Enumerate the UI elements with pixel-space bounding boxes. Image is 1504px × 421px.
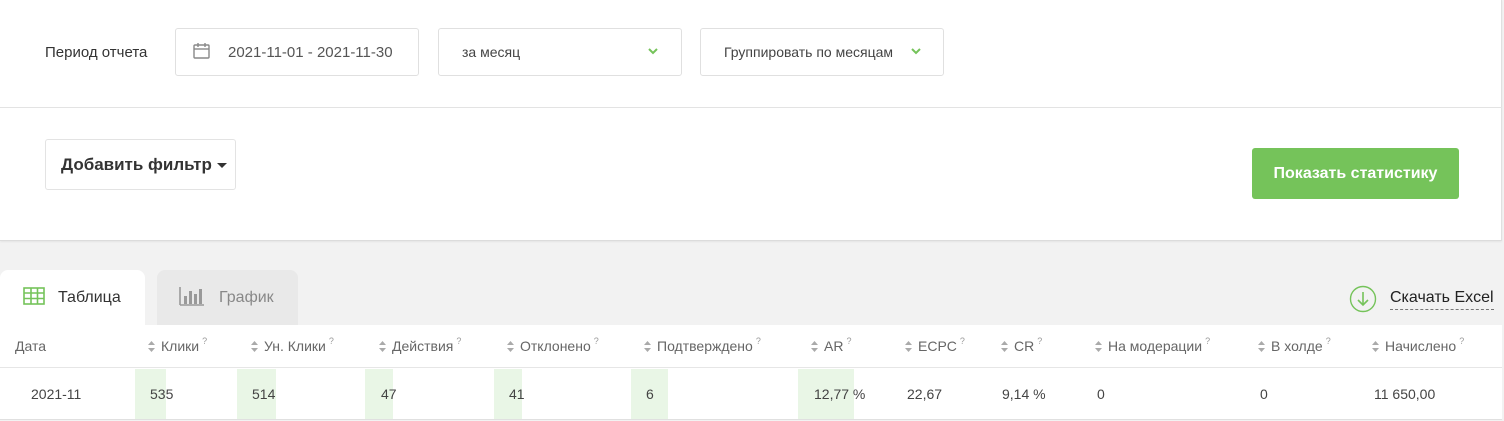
tab-chart-label: График [219,288,274,306]
download-excel-label: Скачать Excel [1390,289,1494,310]
help-icon[interactable]: ? [456,336,461,346]
column-header-clicks[interactable]: Клики? [148,336,207,354]
cell-accrued: 11 650,00 [1374,386,1436,402]
column-label: На модерации [1108,338,1203,354]
help-icon[interactable]: ? [960,336,965,346]
help-icon[interactable]: ? [756,336,761,346]
sort-icon [1372,340,1379,352]
divider [0,107,1502,108]
help-icon[interactable]: ? [846,336,851,346]
column-label: AR [824,338,844,354]
group-select-value: Группировать по месяцам [724,44,894,60]
chevron-down-icon [911,48,921,55]
column-header-ecpc[interactable]: ECPC? [905,336,965,354]
column-header-confirmed[interactable]: Подтверждено? [644,336,761,354]
cell-actions: 47 [381,386,397,402]
column-label: Клики [161,338,200,354]
help-icon[interactable]: ? [594,336,599,346]
sort-icon [148,340,155,352]
cell-confirmed: 6 [646,386,654,402]
sort-icon [507,340,514,352]
column-label: Дата [15,338,47,354]
help-icon[interactable]: ? [1037,336,1042,346]
sort-icon [1001,340,1008,352]
cell-rejected: 41 [509,386,525,402]
chevron-down-icon [648,48,658,55]
help-icon[interactable]: ? [1459,336,1464,346]
table-row: 2021-11 535 514 47 41 6 12,77 % 22,67 9,… [0,369,1502,419]
sort-icon [905,340,912,352]
cell-cr: 9,14 % [1002,386,1046,402]
date-range-input[interactable]: 2021-11-01 - 2021-11-30 [175,28,419,76]
sort-icon [251,340,258,352]
sort-icon [1095,340,1102,352]
cell-on-hold: 0 [1260,386,1268,402]
stats-table: Дата Клики? Ун. Клики? Действия? Отклоне… [0,325,1502,420]
date-range-value: 2021-11-01 - 2021-11-30 [228,43,393,61]
sort-icon [379,340,386,352]
column-header-actions[interactable]: Действия? [379,336,461,354]
period-select-value: за месяц [462,44,521,60]
sort-icon [1258,340,1265,352]
column-header-unique-clicks[interactable]: Ун. Клики? [251,336,334,354]
help-icon[interactable]: ? [202,336,207,346]
column-header-accrued[interactable]: Начислено? [1372,336,1464,354]
table-icon [23,287,45,305]
show-statistics-button[interactable]: Показать статистику [1252,148,1459,199]
download-icon [1349,285,1377,313]
column-label: CR [1014,338,1035,354]
column-header-cr[interactable]: CR? [1001,336,1042,354]
column-label: Начислено [1385,338,1457,354]
column-label: Отклонено [520,338,591,354]
sort-icon [811,340,818,352]
group-select[interactable]: Группировать по месяцам [700,28,944,76]
column-header-on-hold[interactable]: В холде? [1258,336,1331,354]
cell-ecpc: 22,67 [907,386,943,402]
column-label: Действия [392,338,454,354]
table-header: Дата Клики? Ун. Клики? Действия? Отклоне… [0,325,1502,368]
add-filter-label: Добавить фильтр [61,154,212,174]
caret-down-icon [216,163,227,168]
period-select[interactable]: за месяц [438,28,682,76]
cell-on-moderation: 0 [1097,386,1105,402]
column-label: ECPC [918,338,957,354]
help-icon[interactable]: ? [1205,336,1210,346]
add-filter-button[interactable]: Добавить фильтр [45,139,236,190]
column-header-date[interactable]: Дата [15,338,46,354]
column-header-on-moderation[interactable]: На модерации? [1095,336,1210,354]
bar-chart-icon [179,287,204,306]
column-label: Подтверждено [657,338,753,354]
help-icon[interactable]: ? [329,336,334,346]
cell-ar: 12,77 % [814,386,866,402]
cell-clicks: 535 [150,386,174,402]
column-header-rejected[interactable]: Отклонено? [507,336,599,354]
tab-table[interactable]: Таблица [0,270,145,325]
download-excel-link[interactable]: Скачать Excel [1349,285,1494,313]
calendar-icon [193,43,210,59]
tab-table-label: Таблица [58,288,121,306]
help-icon[interactable]: ? [1326,336,1331,346]
period-label: Период отчета [45,44,148,61]
column-label: В холде [1271,338,1323,354]
sort-icon [644,340,651,352]
cell-date: 2021-11 [31,386,82,402]
cell-unique-clicks: 514 [252,386,276,402]
filter-panel: Период отчета 2021-11-01 - 2021-11-30 за… [0,0,1502,241]
column-header-ar[interactable]: AR? [811,336,851,354]
column-label: Ун. Клики [264,338,326,354]
tab-chart[interactable]: График [157,270,298,325]
